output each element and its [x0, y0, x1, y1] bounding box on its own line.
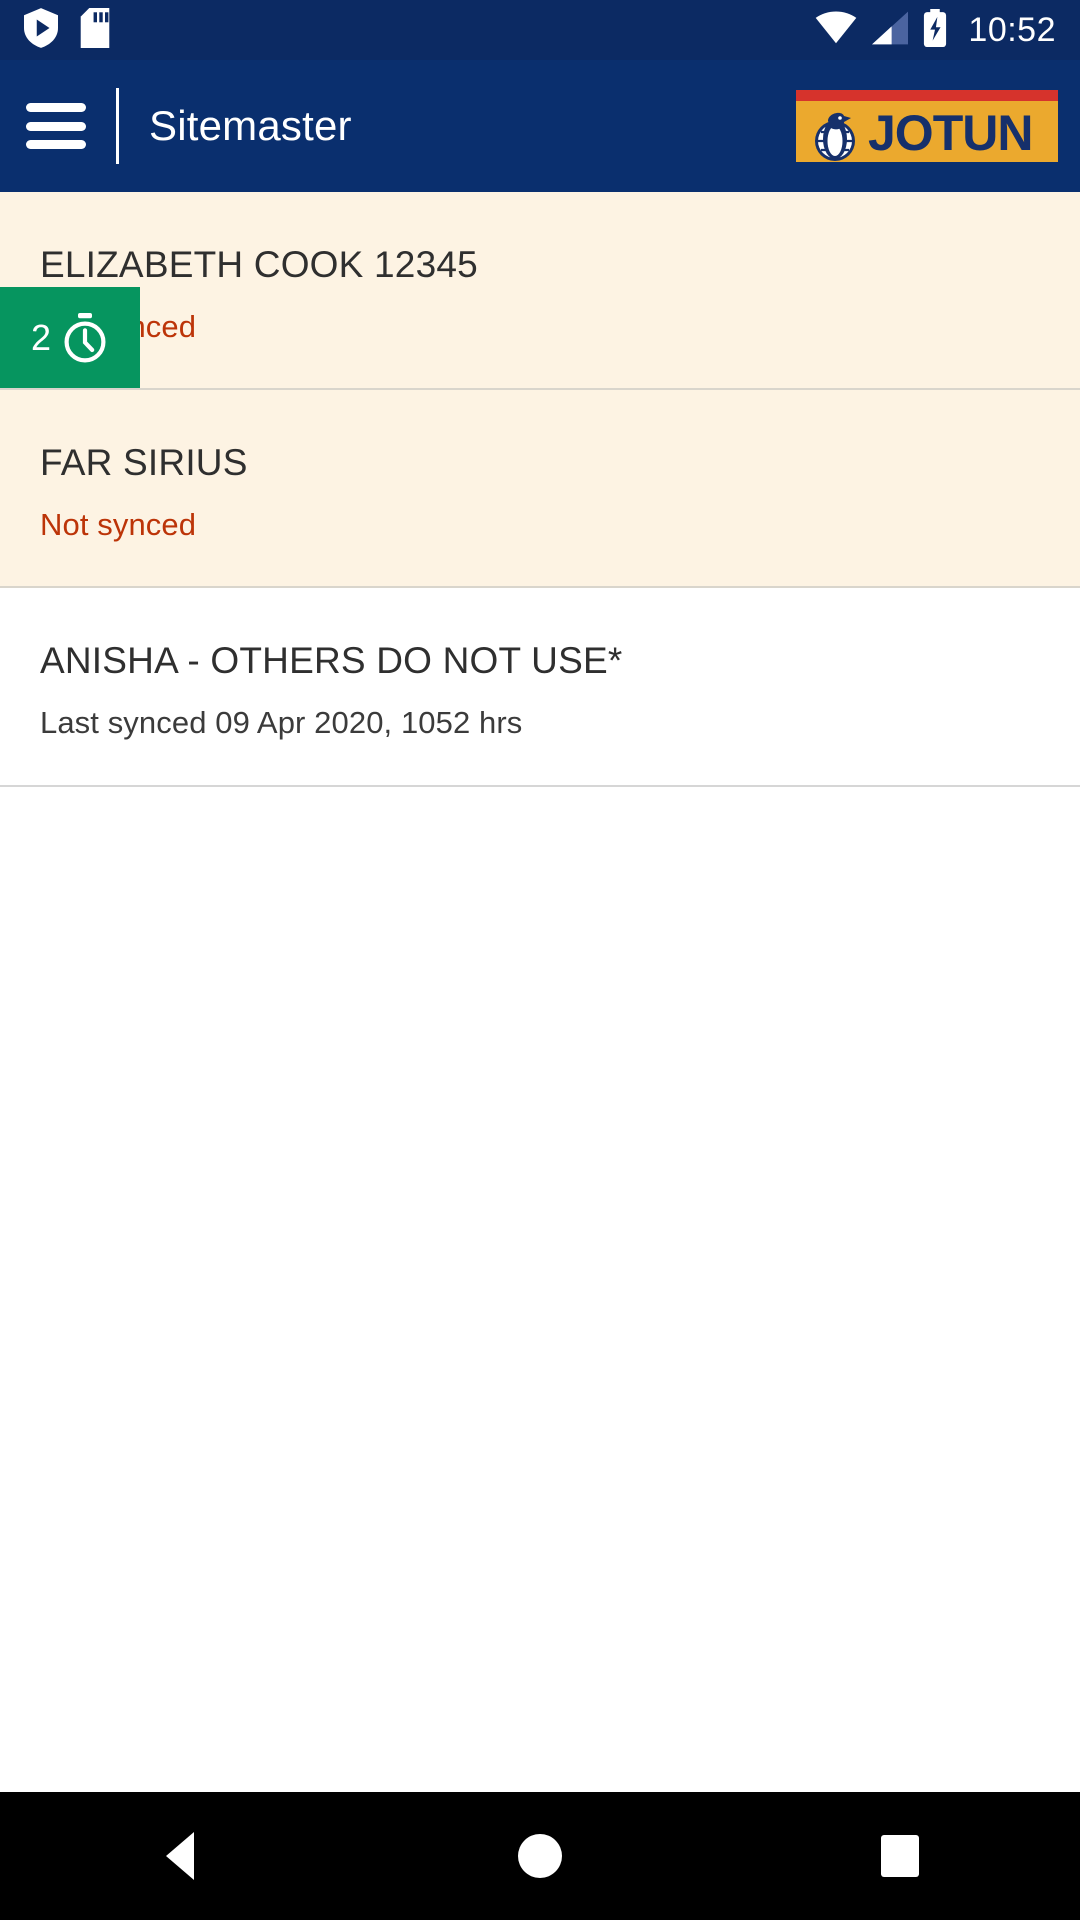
- table-row[interactable]: ANISHA - OTHERS DO NOT USE* Last synced …: [0, 588, 1080, 787]
- nav-recents-button[interactable]: [820, 1792, 980, 1920]
- jotun-globe-penguin-icon: [804, 105, 866, 163]
- sd-card-icon: [80, 7, 110, 53]
- nav-back-button[interactable]: [100, 1792, 260, 1920]
- table-row[interactable]: ELIZABETH COOK 12345 Not synced: [0, 192, 1080, 391]
- jotun-logo: JOTUN: [796, 90, 1058, 162]
- back-triangle-icon: [166, 1832, 194, 1880]
- status-bar: 10:52: [0, 0, 1080, 60]
- status-bar-clock: 10:52: [968, 11, 1056, 49]
- home-circle-icon: [518, 1834, 562, 1878]
- jotun-logo-text: JOTUN: [868, 104, 1033, 161]
- battery-charging-icon: [922, 8, 948, 52]
- nav-home-button[interactable]: [460, 1792, 620, 1920]
- status-bar-left-icons: [24, 7, 110, 53]
- wifi-icon: [814, 11, 858, 50]
- app-title: Sitemaster: [149, 102, 352, 149]
- row-title: ELIZABETH COOK 12345: [40, 244, 478, 285]
- phone-screen: 10:52 Sitemaster JOTUN ELIZABETH COOK 12…: [0, 0, 1080, 1920]
- table-row[interactable]: FAR SIRIUS Not synced: [0, 390, 1080, 589]
- row-sync-status: Not synced: [40, 308, 197, 344]
- row-sync-status: Not synced: [40, 506, 197, 542]
- row-title: FAR SIRIUS: [40, 442, 248, 484]
- android-navigation-bar: [0, 1792, 1080, 1920]
- app-bar-divider: [116, 88, 119, 164]
- cellular-signal-icon: [872, 11, 909, 50]
- stopwatch-timer-icon: [61, 312, 109, 364]
- row-title: ANISHA - OTHERS DO NOT USE*: [40, 640, 623, 682]
- app-bar: Sitemaster JOTUN: [0, 60, 1080, 192]
- site-list: ELIZABETH COOK 12345 Not synced FAR SIRI…: [0, 192, 1080, 787]
- hamburger-menu-icon[interactable]: [26, 103, 86, 149]
- timer-badge-count: 2: [30, 316, 52, 358]
- recents-square-icon: [881, 1835, 919, 1877]
- status-bar-right-icons: 10:52: [814, 8, 1056, 52]
- timer-badge[interactable]: 2: [0, 287, 140, 388]
- row-sync-status: Last synced 09 Apr 2020, 1052 hrs: [40, 704, 523, 740]
- play-protect-shield-icon: [24, 7, 58, 53]
